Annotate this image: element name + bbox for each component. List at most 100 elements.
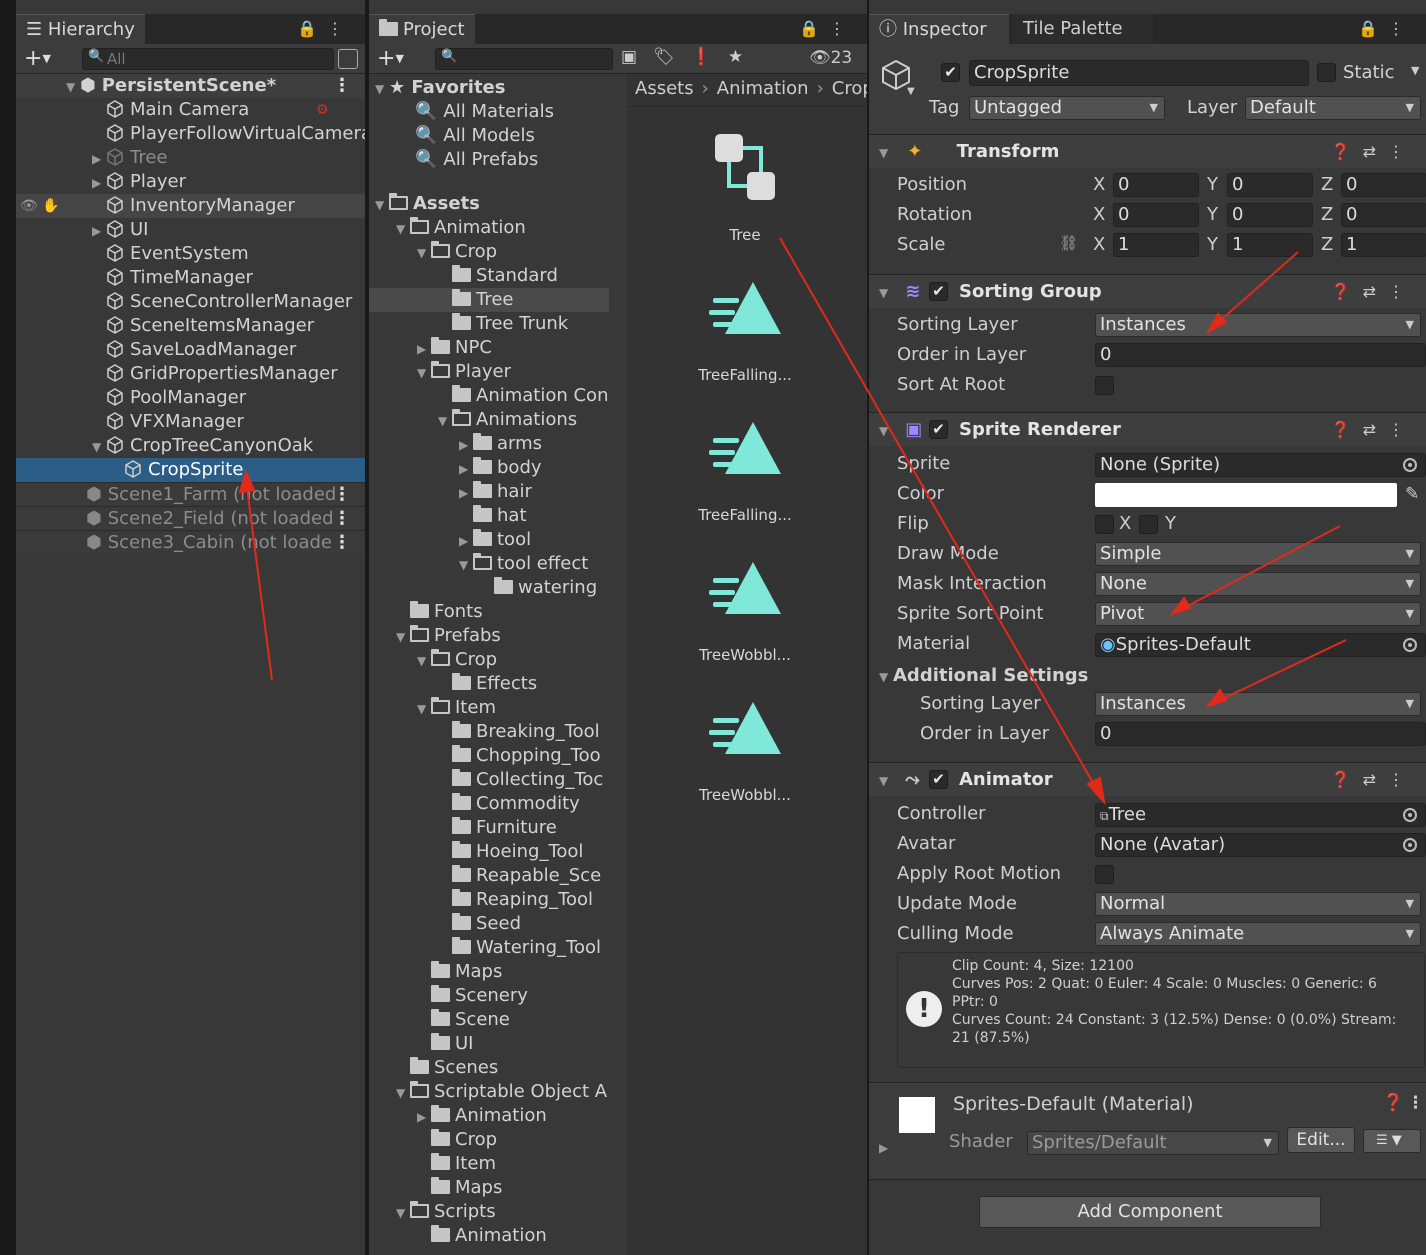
project-tab-menu[interactable]: 🔒⋮ [799,14,855,44]
kebab-icon[interactable]: ⋮ [333,531,351,555]
expand-arrow-icon[interactable]: ▼ [879,414,893,448]
object-picker-icon[interactable] [1403,838,1417,852]
project-folder-item[interactable]: Watering_Tool [369,936,609,960]
lock-icon[interactable]: 🔒 [1358,19,1388,38]
project-folder-item[interactable]: ▼ Animations [369,408,609,432]
project-folder-item[interactable]: Reaping_Tool [369,888,609,912]
eyedropper-icon[interactable]: ✎ [1405,484,1419,504]
project-folder-item[interactable]: ▼ Animation [369,216,609,240]
project-folder-item[interactable]: ▼ Crop [369,240,609,264]
kebab-icon[interactable]: ⋮ [1388,282,1416,301]
hierarchy-item[interactable]: TimeManager [16,266,365,290]
static-checkbox[interactable] [1317,63,1336,82]
expand-arrow-icon[interactable]: ▶ [92,147,106,171]
inspector-tab[interactable]: ⓘ Inspector [869,14,1009,44]
project-folder-item[interactable]: Tree Trunk [369,312,609,336]
project-folder-item[interactable]: hat [369,504,609,528]
expand-arrow-icon[interactable]: ▼ [879,764,893,798]
project-folder-item[interactable]: ▼ Crop [369,648,609,672]
visibility-eye-icon[interactable]: 👁 ✋ [20,194,60,218]
transform-y-field[interactable]: 0 [1227,173,1313,197]
animator-header[interactable]: ▼ ⤳ ✔ Animator ❓⇄⋮ [869,762,1426,796]
hierarchy-item[interactable]: SceneItemsManager [16,314,365,338]
warning-filter-icon[interactable]: ❗ [691,47,728,67]
star-icon[interactable]: ★ [728,47,759,67]
expand-arrow-icon[interactable]: ▶ [459,529,473,553]
project-folder-item[interactable]: ▶ tool [369,528,609,552]
scene-root-row[interactable]: ▼ ⬢ PersistentScene* ⋮ [16,74,365,98]
project-folder-item[interactable]: Scenery [369,984,609,1008]
expand-arrow-icon[interactable]: ▶ [417,1105,431,1129]
project-tab[interactable]: Project [369,14,475,44]
asset-item[interactable]: TreeFalling... [670,408,820,524]
expand-arrow-icon[interactable]: ▼ [375,77,389,101]
kebab-icon[interactable]: ⋮ [1388,142,1416,161]
hierarchy-tab[interactable]: ☰ Hierarchy [16,14,145,44]
transform-y-field[interactable]: 0 [1227,203,1313,227]
constrain-proportions-icon[interactable]: ⛓ [1059,234,1078,252]
inspector-tab-menu[interactable]: 🔒⋮ [1358,14,1414,44]
expand-arrow-icon[interactable]: ▶ [92,171,106,195]
animator-enabled-checkbox[interactable]: ✔ [929,770,948,789]
hierarchy-item[interactable]: Main Camera ⚙ [16,98,365,122]
project-folder-item[interactable]: ▶ NPC [369,336,609,360]
chevron-down-icon[interactable]: ▼ [907,86,915,97]
kebab-icon[interactable]: ⋮ [1388,19,1414,38]
scene-visibility-icon[interactable] [338,49,358,69]
expand-arrow-icon[interactable]: ▼ [438,409,452,433]
expand-arrow-icon[interactable]: ▼ [396,625,410,649]
help-icon[interactable]: ❓ [1331,420,1363,439]
shader-options-button[interactable]: ☰ ▼ [1363,1129,1421,1153]
unloaded-scene-row[interactable]: ⬢ Scene3_Cabin (not loade ⋮ [16,530,365,554]
culling-mode-dropdown[interactable]: Always Animate [1095,922,1421,946]
expand-arrow-icon[interactable]: ▼ [396,1081,410,1105]
add-icon[interactable]: +▼ [24,46,51,71]
sprite-renderer-header[interactable]: ▼ ▣ ✔ Sprite Renderer ❓⇄⋮ [869,412,1426,446]
unloaded-scene-row[interactable]: ⬢ Scene2_Field (not loaded ⋮ [16,506,365,530]
active-checkbox[interactable]: ✔ [941,63,960,82]
filter-type-icon[interactable]: ▣ [621,47,653,67]
hierarchy-item[interactable]: PoolManager [16,386,365,410]
color-swatch[interactable] [1095,483,1397,507]
apply-root-motion-checkbox[interactable] [1095,865,1114,884]
avatar-field[interactable]: None (Avatar) [1095,833,1426,857]
transform-x-field[interactable]: 0 [1113,173,1199,197]
project-folder-item[interactable]: Animation [369,1224,609,1248]
favorite-item[interactable]: 🔍 All Materials [415,100,554,124]
project-folder-item[interactable]: ▼ Assets [369,192,609,216]
help-icon[interactable]: ❓ [1331,142,1363,161]
project-folder-item[interactable]: Fonts [369,600,609,624]
shader-dropdown[interactable]: Sprites/Default [1027,1131,1279,1155]
unloaded-scene-row[interactable]: ⬢ Scene1_Farm (not loaded ⋮ [16,482,365,506]
hierarchy-search-input[interactable]: All [82,48,334,70]
expand-arrow-icon[interactable]: ▶ [459,457,473,481]
hierarchy-item[interactable]: 👁 ✋ InventoryManager [16,194,365,218]
static-dropdown-icon[interactable]: ▼ [1411,64,1419,77]
expand-arrow-icon[interactable]: ▶ [459,433,473,457]
transform-z-field[interactable]: 0 [1341,173,1426,197]
kebab-icon[interactable]: ⋮ [1388,420,1416,439]
update-mode-dropdown[interactable]: Normal [1095,892,1421,916]
expand-arrow-icon[interactable]: ▼ [459,553,473,577]
kebab-icon[interactable]: ⋮ [333,507,351,531]
project-folder-item[interactable]: Standard [369,264,609,288]
sort-at-root-checkbox[interactable] [1095,376,1114,395]
project-folder-item[interactable]: Furniture [369,816,609,840]
expand-arrow-icon[interactable]: ▼ [417,361,431,385]
project-folder-item[interactable]: Tree [369,288,609,312]
project-folder-item[interactable]: Scenes [369,1056,609,1080]
project-folder-item[interactable]: Scene [369,1008,609,1032]
additional-settings-foldout[interactable]: ▼ Additional Settings [879,664,1088,688]
project-folder-item[interactable]: watering [369,576,609,600]
project-folder-item[interactable]: ▼ Scriptable Object A [369,1080,609,1104]
project-search-input[interactable] [435,48,613,70]
flip-x-checkbox[interactable] [1095,515,1114,534]
project-folder-item[interactable]: Effects [369,672,609,696]
kebab-icon[interactable]: ⋮ [327,19,353,38]
hierarchy-item[interactable]: SaveLoadManager [16,338,365,362]
sorting-group-header[interactable]: ▼ ≋ ✔ Sorting Group ❓⇄⋮ [869,274,1426,308]
sorting-group-enabled-checkbox[interactable]: ✔ [929,282,948,301]
hierarchy-item[interactable]: EventSystem [16,242,365,266]
add-component-button[interactable]: Add Component [979,1196,1321,1228]
preset-icon[interactable]: ⇄ [1363,142,1388,161]
